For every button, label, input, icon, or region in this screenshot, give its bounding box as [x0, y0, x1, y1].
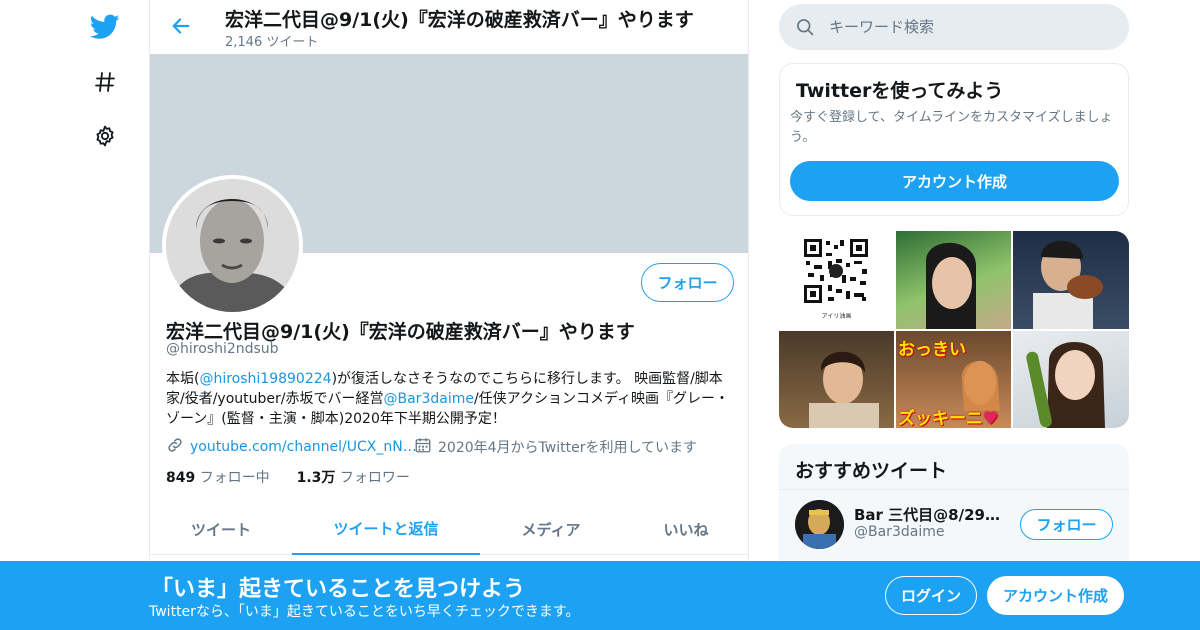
media-thumbnail[interactable] [779, 331, 894, 428]
bio-text: 本垢( [166, 371, 200, 387]
following-label: フォロー中 [199, 470, 270, 486]
tab-tweets[interactable]: ツイート [150, 503, 292, 555]
recommended-title: おすすめツイート [795, 460, 948, 482]
twitter-profile-page: 宏洋二代目@9/1(火)『宏洋の破産救済バー』やります 2,146 ツイート フ… [0, 0, 1200, 630]
heart-icon: ♥ [983, 409, 999, 428]
tweet-count: 2,146 ツイート [225, 35, 319, 50]
media-thumbnail[interactable]: アイリ油画 [779, 231, 894, 329]
divider [779, 489, 1129, 490]
follow-button[interactable]: フォロー [641, 263, 734, 302]
followers-count: 1.3万 [296, 470, 336, 486]
profile-handle: @hiroshi2ndsub [166, 341, 279, 357]
link-icon [166, 436, 184, 458]
try-twitter-card: Twitterを使ってみよう 今すぐ登録して、タイムラインをカスタマイズしましょ… [779, 63, 1129, 216]
calendar-icon [414, 436, 432, 458]
overlay-text-bottom: ズッキーニ♥ [898, 404, 998, 428]
follow-stats: 849 フォロー中 1.3万 フォロワー [166, 467, 410, 487]
signup-button[interactable]: アカウント作成 [987, 576, 1124, 615]
left-nav [0, 0, 150, 630]
recommended-user-name[interactable]: Bar 三代目@8/29み… [854, 504, 1004, 525]
profile-column: 宏洋二代目@9/1(火)『宏洋の破産救済バー』やります 2,146 ツイート フ… [149, 0, 749, 630]
hashtag-icon[interactable] [88, 65, 122, 99]
recommended-user-handle: @Bar3daime [854, 524, 945, 540]
profile-name: 宏洋二代目@9/1(火)『宏洋の破産救済バー』やります [166, 321, 635, 343]
try-card-description: 今すぐ登録して、タイムラインをカスタマイズしましょう。 [790, 110, 1113, 145]
signup-prompt-bar: 「いま」起きていることを見つけよう Twitterなら、「いま」起きていることを… [0, 561, 1200, 630]
following-link[interactable]: 849 フォロー中 [166, 470, 270, 486]
overlay-text-bottom-label: ズッキーニ [898, 409, 983, 428]
qr-caption: アイリ油画 [821, 313, 852, 320]
back-arrow-icon[interactable] [168, 13, 194, 39]
joined-item: 2020年4月からTwitterを利用しています [414, 436, 697, 458]
profile-avatar[interactable] [162, 175, 303, 316]
overlay-text-top: おっきい [898, 340, 966, 360]
profile-header: 宏洋二代目@9/1(火)『宏洋の破産救済バー』やります 2,146 ツイート [150, 0, 748, 54]
media-thumbnail[interactable]: おっきい ズッキーニ♥ [896, 331, 1011, 428]
gear-icon[interactable] [88, 119, 122, 153]
prompt-title: 「いま」起きていることを見つけよう [151, 577, 526, 602]
login-button[interactable]: ログイン [885, 576, 977, 615]
website-link[interactable]: youtube.com/channel/UCX_nN… [190, 439, 417, 455]
prompt-subtitle: Twitterなら、「いま」起きていることをいち早くチェックできます。 [149, 604, 580, 620]
followers-link[interactable]: 1.3万 フォロワー [297, 470, 410, 486]
try-card-title: Twitterを使ってみよう [796, 80, 1004, 102]
following-count: 849 [166, 470, 196, 486]
website-item: youtube.com/channel/UCX_nN… [166, 436, 417, 458]
twitter-bird-icon[interactable] [88, 10, 122, 44]
tab-tweets-and-replies[interactable]: ツイートと返信 [292, 503, 480, 555]
header-title: 宏洋二代目@9/1(火)『宏洋の破産救済バー』やります [225, 9, 694, 31]
create-account-button[interactable]: アカウント作成 [790, 161, 1119, 201]
search-icon [795, 17, 815, 41]
tab-media[interactable]: メディア [480, 503, 622, 555]
media-thumbnail[interactable] [1013, 331, 1129, 428]
search-input[interactable] [829, 12, 1109, 42]
bio-mention-link[interactable]: @Bar3daime [384, 391, 474, 407]
recommended-follow-button[interactable]: フォロー [1020, 509, 1113, 540]
profile-bio: 本垢(@hiroshi19890224)が復活しなさそうなのでこちらに移行します… [166, 369, 736, 429]
profile-meta: youtube.com/channel/UCX_nN… 2020年4月からTwi… [166, 436, 736, 458]
bio-mention-link[interactable]: @hiroshi19890224 [199, 371, 331, 387]
recommended-avatar[interactable] [795, 500, 844, 549]
media-grid: アイリ油画 おっきい ズッキーニ♥ [779, 231, 1129, 428]
followers-label: フォロワー [339, 470, 410, 486]
media-thumbnail[interactable] [1013, 231, 1129, 329]
profile-tabs: ツイート ツイートと返信 メディア いいね [150, 503, 748, 555]
tab-likes[interactable]: いいね [622, 503, 748, 555]
media-thumbnail[interactable] [896, 231, 1011, 329]
joined-date: 2020年4月からTwitterを利用しています [438, 440, 698, 456]
search-box [779, 4, 1129, 50]
